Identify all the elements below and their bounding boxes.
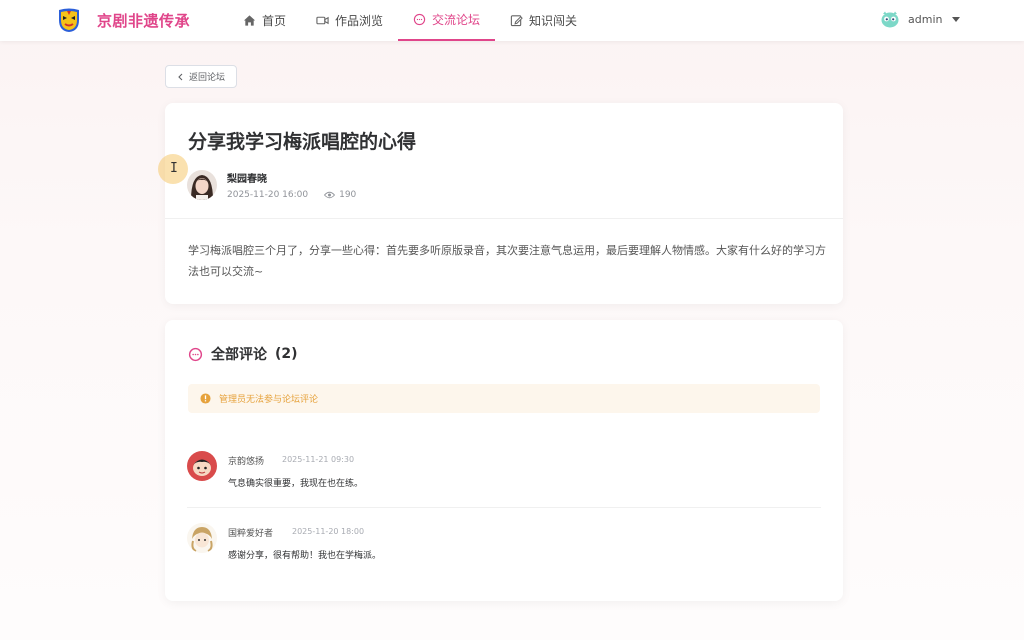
comments-card: 全部评论 (2) 管理员无法参与论坛评论 京韵悠扬 2025-11-21 09:… [165, 320, 843, 601]
admin-notice: 管理员无法参与论坛评论 [188, 384, 820, 413]
user-avatar-icon [881, 11, 899, 28]
chat-icon [413, 13, 426, 26]
chevron-left-icon [178, 73, 183, 80]
post-views-count: 190 [339, 190, 357, 200]
author-name[interactable]: 梨园春晓 [227, 170, 267, 185]
commenter-avatar[interactable] [187, 451, 217, 481]
comment-text: 感谢分享，很有帮助！我也在学梅派。 [228, 551, 382, 561]
text-cursor-icon: I [170, 161, 178, 176]
comments-count: (2) [275, 346, 298, 362]
nav-works-label: 作品浏览 [335, 14, 384, 28]
commenter-avatar-image [187, 523, 217, 553]
post-meta: 2025-11-20 16:00 190 [227, 190, 356, 200]
comment-icon [188, 347, 203, 361]
user-menu[interactable]: admin [880, 9, 961, 29]
nav-forum[interactable]: 交流论坛 [398, 0, 496, 41]
admin-notice-text: 管理员无法参与论坛评论 [219, 395, 319, 405]
opera-mask-logo-icon[interactable] [56, 7, 82, 33]
nav-home-label: 首页 [262, 14, 287, 28]
nav-forum-label: 交流论坛 [432, 13, 481, 27]
nav-quiz[interactable]: 知识闯关 [495, 0, 592, 41]
post-divider [165, 218, 843, 219]
main-nav: 首页 作品浏览 交流论坛 知识闯关 [228, 0, 592, 41]
commenter-avatar-image [187, 451, 217, 481]
video-icon [316, 16, 329, 25]
post-date: 2025-11-20 16:00 [227, 190, 309, 200]
home-icon [243, 15, 256, 26]
comment-text: 气息确实很重要，我现在也在练。 [228, 479, 364, 489]
commenter-name[interactable]: 国粹爱好者 [228, 526, 273, 539]
comments-heading-label: 全部评论 [211, 347, 267, 363]
author-avatar[interactable] [187, 170, 217, 200]
commenter-name[interactable]: 京韵悠扬 [228, 454, 264, 467]
eye-icon [324, 191, 336, 199]
warning-icon [200, 393, 211, 404]
nav-works[interactable]: 作品浏览 [301, 0, 398, 41]
commenter-avatar[interactable] [187, 523, 217, 553]
comment-time: 2025-11-20 18:00 [292, 527, 365, 536]
post-card: 分享我学习梅派唱腔的心得 梨园春晓 2025-11-20 16:00 190 学… [165, 103, 843, 304]
caret-down-icon [952, 16, 961, 22]
comments-heading: 全部评论 (2) [188, 344, 298, 364]
user-name: admin [908, 12, 943, 26]
post-title: 分享我学习梅派唱腔的心得 [188, 131, 417, 153]
post-views: 190 [324, 190, 356, 200]
back-to-forum-button[interactable]: 返回论坛 [165, 65, 237, 88]
back-to-forum-label: 返回论坛 [188, 73, 225, 83]
comment-time: 2025-11-21 09:30 [282, 455, 355, 464]
brand-title[interactable]: 京剧非遗传承 [97, 10, 190, 31]
nav-quiz-label: 知识闯关 [529, 14, 578, 28]
author-avatar-image [187, 170, 217, 200]
comment-divider [187, 507, 821, 508]
nav-home[interactable]: 首页 [228, 0, 301, 41]
edit-icon [510, 15, 523, 27]
post-content: 学习梅派唱腔三个月了，分享一些心得：首先要多听原版录音，其次要注意气息运用，最后… [188, 244, 826, 278]
top-header: 京剧非遗传承 首页 作品浏览 交流论坛 知识闯关 admin [0, 0, 1024, 41]
